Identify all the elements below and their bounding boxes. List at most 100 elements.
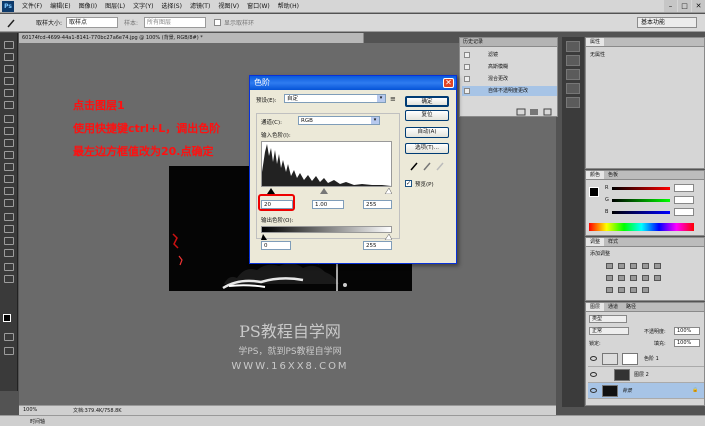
black-white-icon[interactable] xyxy=(630,275,637,281)
channel-select[interactable]: RGB xyxy=(298,116,380,125)
output-white-field[interactable]: 255 xyxy=(363,241,392,250)
gradient-tool-icon[interactable] xyxy=(4,175,14,183)
zoom-tool-icon[interactable] xyxy=(4,275,14,283)
document-tab[interactable]: 60174fcd-4699-44a1-8141-770bc27a6e74.jpg… xyxy=(19,33,364,43)
hue-saturation-icon[interactable] xyxy=(606,275,613,281)
channel-mixer-icon[interactable] xyxy=(654,275,661,281)
visibility-eye-icon[interactable] xyxy=(590,356,597,361)
minimize-button[interactable]: – xyxy=(664,0,677,12)
output-black-field[interactable]: 0 xyxy=(261,241,291,250)
layer-row-background[interactable]: 背景 🔒 xyxy=(588,383,704,399)
layer-row-layer2[interactable]: 图层 2 xyxy=(588,367,704,383)
clone-stamp-icon[interactable] xyxy=(4,139,14,147)
menu-edit[interactable]: 编辑(E) xyxy=(46,0,74,13)
b-slider[interactable] xyxy=(612,211,670,214)
type-tool-icon[interactable] xyxy=(4,225,14,233)
output-slider-handles[interactable] xyxy=(261,233,393,241)
shape-tool-icon[interactable] xyxy=(4,249,14,257)
g-slider[interactable] xyxy=(612,199,670,202)
color-spectrum-bar[interactable] xyxy=(589,223,694,231)
menu-type[interactable]: 文字(Y) xyxy=(129,0,157,13)
blend-mode-select[interactable]: 正常 xyxy=(589,327,629,335)
preset-select[interactable]: 自定 xyxy=(284,94,386,103)
menu-file[interactable]: 文件(F) xyxy=(18,0,46,13)
eraser-tool-icon[interactable] xyxy=(4,163,14,171)
menu-window[interactable]: 窗口(W) xyxy=(243,0,274,13)
quick-mask-icon[interactable] xyxy=(4,333,14,341)
screen-mode-icon[interactable] xyxy=(4,347,14,355)
visibility-eye-icon[interactable] xyxy=(590,372,597,377)
actions-panel-icon[interactable] xyxy=(566,55,580,66)
invert-icon[interactable] xyxy=(606,287,613,293)
history-item[interactable]: 高斯模糊 xyxy=(462,62,557,72)
history-item[interactable]: 滤镜 xyxy=(462,50,557,60)
r-slider[interactable] xyxy=(612,187,670,190)
options-button[interactable]: 选项(T)... xyxy=(405,143,449,154)
color-balance-icon[interactable] xyxy=(618,275,625,281)
g-value-field[interactable] xyxy=(674,196,694,204)
show-ring-checkbox[interactable] xyxy=(214,19,221,26)
auto-button[interactable]: 自动(A) xyxy=(405,127,449,138)
preview-checkbox[interactable]: ✓ xyxy=(405,180,412,187)
sample-size-select[interactable]: 取样点 xyxy=(66,17,118,28)
input-gamma-field[interactable]: 1.00 xyxy=(312,200,344,209)
character-panel-icon[interactable] xyxy=(566,97,580,108)
input-white-field[interactable]: 255 xyxy=(363,200,392,209)
preset-options-icon[interactable]: ≡ xyxy=(390,95,398,103)
timeline-tab[interactable]: 时间轴 xyxy=(30,418,45,425)
swatches-tab[interactable]: 色板 xyxy=(604,171,622,179)
layers-tab[interactable]: 图层 xyxy=(586,303,605,311)
adjustments-tab[interactable]: 调整 xyxy=(586,238,605,246)
maximize-button[interactable]: □ xyxy=(678,0,691,12)
eyedropper-tool-icon[interactable] xyxy=(6,18,16,28)
foreground-color-swatch[interactable] xyxy=(3,314,11,322)
quick-select-tool-icon[interactable] xyxy=(4,77,14,85)
history-item-selected[interactable]: 自体不透明度更改 xyxy=(462,86,557,96)
brightness-icon[interactable] xyxy=(606,263,613,269)
sample-select[interactable]: 所有图层 xyxy=(144,17,206,28)
path-select-icon[interactable] xyxy=(4,237,14,245)
blur-tool-icon[interactable] xyxy=(4,187,14,195)
menu-select[interactable]: 选择(S) xyxy=(157,0,186,13)
zoom-level[interactable]: 100% xyxy=(23,407,37,413)
healing-brush-icon[interactable] xyxy=(4,115,14,123)
curves-icon[interactable] xyxy=(630,263,637,269)
layer-row-levels[interactable]: 色阶 1 xyxy=(588,351,704,367)
move-tool-icon[interactable] xyxy=(4,41,14,49)
workspace-select[interactable]: 基本功能 xyxy=(637,17,697,28)
b-value-field[interactable] xyxy=(674,208,694,216)
dodge-tool-icon[interactable] xyxy=(4,199,14,207)
reset-button[interactable]: 复位 xyxy=(405,110,449,121)
menu-help[interactable]: 帮助(H) xyxy=(274,0,303,13)
posterize-icon[interactable] xyxy=(618,287,625,293)
threshold-icon[interactable] xyxy=(630,287,637,293)
exposure-icon[interactable] xyxy=(642,263,649,269)
history-brush-icon[interactable] xyxy=(4,151,14,159)
r-value-field[interactable] xyxy=(674,184,694,192)
fill-field[interactable]: 100% xyxy=(674,339,700,347)
gradient-map-icon[interactable] xyxy=(642,287,649,293)
menu-filter[interactable]: 滤镜(T) xyxy=(186,0,214,13)
history-footer-icons[interactable] xyxy=(516,108,556,116)
properties-tab[interactable]: 属性 xyxy=(586,38,605,46)
lasso-tool-icon[interactable] xyxy=(4,65,14,73)
styles-tab[interactable]: 样式 xyxy=(604,238,622,246)
output-slider-track[interactable] xyxy=(261,233,393,241)
history-item[interactable]: 混合更改 xyxy=(462,74,557,84)
opacity-field[interactable]: 100% xyxy=(674,327,700,335)
vibrance-icon[interactable] xyxy=(654,263,661,269)
color-tab[interactable]: 颜色 xyxy=(586,171,605,179)
preset-dropdown-icon[interactable]: ▾ xyxy=(377,95,385,102)
pen-tool-icon[interactable] xyxy=(4,213,14,221)
menu-layer[interactable]: 图层(L) xyxy=(101,0,129,13)
menu-view[interactable]: 视图(V) xyxy=(214,0,243,13)
info-panel-icon[interactable] xyxy=(566,69,580,80)
fg-color-swatch[interactable] xyxy=(589,187,599,197)
channels-tab[interactable]: 通道 xyxy=(604,303,622,311)
ok-button[interactable]: 确定 xyxy=(405,96,449,107)
dialog-close-icon[interactable]: ✕ xyxy=(443,78,454,88)
paths-tab[interactable]: 路径 xyxy=(622,303,640,311)
menu-image[interactable]: 图像(I) xyxy=(75,0,101,13)
visibility-eye-icon[interactable] xyxy=(590,388,597,393)
eyedropper-icons[interactable] xyxy=(410,161,446,171)
